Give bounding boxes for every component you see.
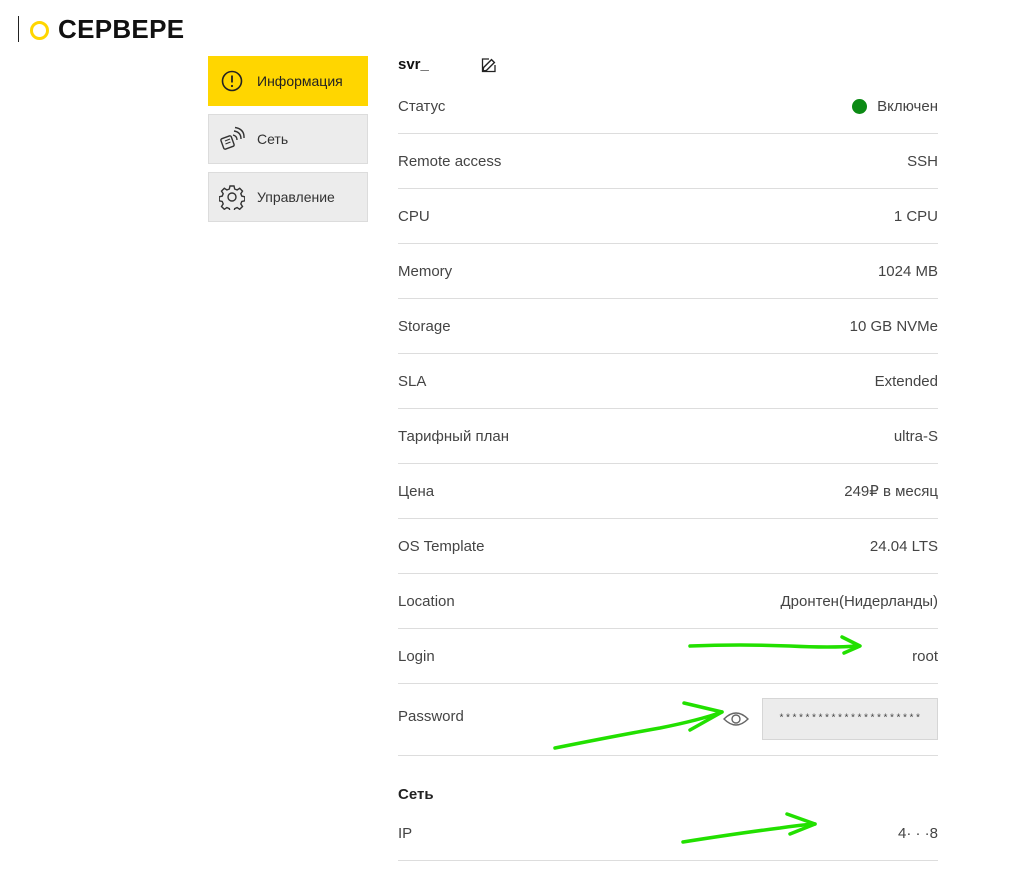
row-label: Storage — [398, 317, 451, 335]
sidebar-item-info[interactable]: Информация — [208, 56, 368, 106]
row-value: 24.04 LTS — [869, 537, 938, 555]
row-label: Location — [398, 592, 455, 610]
info-circle-icon — [219, 68, 245, 94]
row-label: Тарифный план — [398, 427, 510, 445]
row-label: Цена — [398, 482, 435, 500]
eye-icon[interactable] — [722, 710, 750, 728]
password-field[interactable]: ********************** — [762, 698, 938, 740]
info-row-sla: SLA Extended — [398, 354, 938, 409]
row-value: 1 CPU — [893, 207, 938, 225]
row-value: SSH — [907, 152, 938, 170]
info-row-price: Цена 249₽ в месяц — [398, 464, 938, 519]
row-value: Включен — [852, 98, 938, 115]
info-row-remote-access: Remote access SSH — [398, 134, 938, 189]
row-value: ultra-S — [893, 427, 938, 445]
info-row-tariff: Тарифный план ultra-S — [398, 409, 938, 464]
info-row-status: Статус Включен — [398, 80, 938, 134]
network-icon — [219, 126, 245, 152]
row-value: 249₽ в месяц — [844, 483, 938, 500]
info-row-ip: IP 4· · ·8 — [398, 806, 938, 861]
ip-value: 4· · ·8 — [897, 824, 938, 842]
row-value: 10 GB NVMe — [849, 317, 938, 335]
status-text: Включен — [877, 98, 938, 115]
gear-icon — [219, 184, 245, 210]
page-title: СЕРВЕРЕ — [58, 14, 185, 44]
row-value: 1024 MB — [877, 262, 938, 280]
server-info-panel: svr_ Статус Включен Remote access SSH CP… — [398, 56, 938, 861]
row-label: Remote access — [398, 152, 502, 170]
row-value: Extended — [874, 372, 938, 390]
sidebar-item-label: Управление — [257, 189, 335, 205]
password-controls: ********************** — [722, 698, 938, 740]
logo-circle-icon — [30, 21, 49, 40]
server-name-text: svr_ — [398, 56, 429, 73]
row-value: Дронтен(Нидерланды) — [780, 592, 939, 610]
sidebar-item-label: Информация — [257, 73, 343, 89]
status-indicator-icon — [852, 99, 868, 114]
info-row-login: Login root — [398, 629, 938, 684]
header-divider — [18, 16, 19, 42]
edit-icon[interactable] — [480, 56, 498, 74]
sidebar: Информация Сеть Управление — [208, 56, 368, 230]
sidebar-item-label: Сеть — [257, 131, 289, 147]
row-label: Memory — [398, 262, 453, 280]
network-section-title: Сеть — [398, 786, 434, 803]
server-name: svr_ — [398, 56, 938, 80]
row-label: Password — [398, 708, 464, 725]
info-row-os-template: OS Template 24.04 LTS — [398, 519, 938, 574]
row-label: OS Template — [398, 537, 485, 555]
sidebar-item-network[interactable]: Сеть — [208, 114, 368, 164]
info-row-memory: Memory 1024 MB — [398, 244, 938, 299]
info-row-password: Password ********************** — [398, 684, 938, 756]
sidebar-item-management[interactable]: Управление — [208, 172, 368, 222]
info-row-cpu: CPU 1 CPU — [398, 189, 938, 244]
row-label: CPU — [398, 207, 430, 225]
row-label: Login — [398, 647, 435, 665]
page: СЕРВЕРЕ Информация Сеть Управление svr_ … — [0, 0, 1013, 881]
row-label: IP — [398, 824, 413, 842]
row-value: root — [912, 647, 938, 665]
row-label: Статус — [398, 98, 446, 115]
info-row-storage: Storage 10 GB NVMe — [398, 299, 938, 354]
row-label: SLA — [398, 372, 427, 390]
info-row-location: Location Дронтен(Нидерланды) — [398, 574, 938, 629]
